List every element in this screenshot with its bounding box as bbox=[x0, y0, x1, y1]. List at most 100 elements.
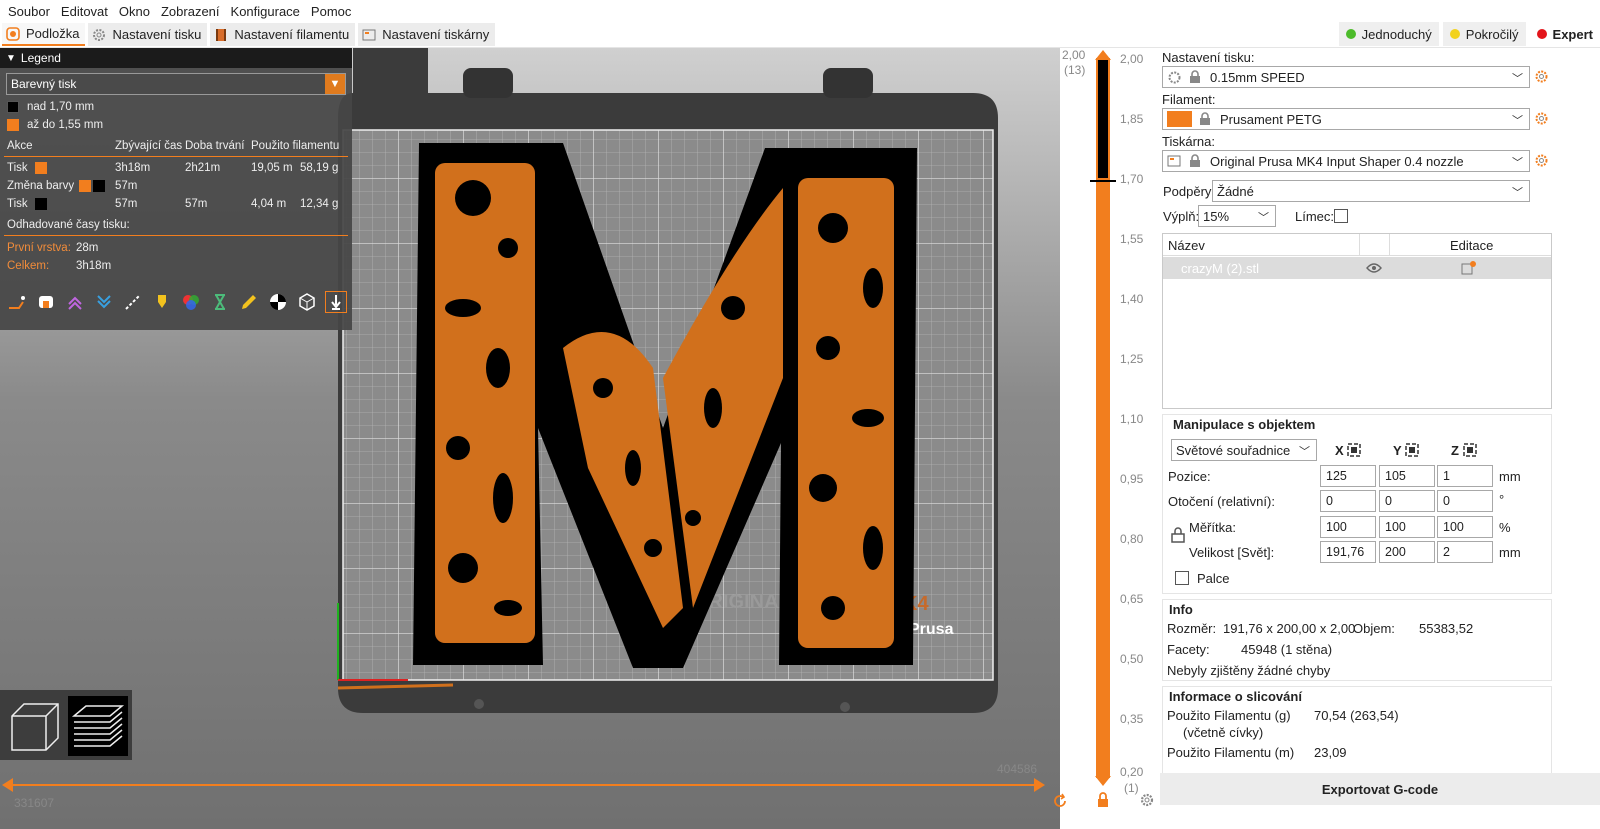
tool-marker-icon[interactable] bbox=[325, 291, 347, 313]
infill-dropdown[interactable]: 15% ﹀ bbox=[1198, 205, 1276, 227]
preview-button[interactable] bbox=[68, 696, 128, 756]
scale-z-input[interactable]: 100 bbox=[1437, 516, 1493, 538]
filament-label: Filament: bbox=[1162, 92, 1216, 107]
scale-y-input[interactable]: 100 bbox=[1379, 516, 1435, 538]
slider-settings-gear-icon[interactable] bbox=[1139, 792, 1155, 808]
plater-icon bbox=[6, 26, 20, 41]
row1-remaining: 3h18m bbox=[115, 162, 151, 174]
mode-simple-button[interactable]: Jednoduchý bbox=[1338, 22, 1439, 46]
pause-prints-icon[interactable] bbox=[209, 291, 231, 313]
scale-x-input[interactable]: 100 bbox=[1320, 516, 1376, 538]
green-dot-icon bbox=[1345, 29, 1356, 39]
tab-plater[interactable]: Podložka bbox=[2, 23, 86, 46]
custom-gcodes-icon[interactable] bbox=[238, 291, 260, 313]
size-y-input[interactable]: 200 bbox=[1379, 541, 1435, 563]
travel-icon[interactable] bbox=[6, 291, 28, 313]
tab-printer-settings[interactable]: Nastavení tiskárny bbox=[358, 23, 496, 46]
lock-icon bbox=[1190, 154, 1200, 167]
tab-plater-label: Podložka bbox=[26, 26, 80, 41]
column-name[interactable]: Název bbox=[1168, 238, 1205, 253]
brim-checkbox[interactable] bbox=[1334, 209, 1348, 223]
position-y-input[interactable]: 105 bbox=[1379, 465, 1435, 487]
slider-top-layer: (13) bbox=[1064, 63, 1086, 77]
filament-dropdown[interactable]: Prusament PETG ﹀ bbox=[1162, 108, 1530, 130]
coordinate-system-dropdown[interactable]: Světové souřadnice ﹀ bbox=[1171, 439, 1317, 461]
chevron-down-icon: ﹀ bbox=[1299, 446, 1310, 458]
printer-edit-gear-icon[interactable] bbox=[1534, 153, 1549, 168]
dropdown-arrow-icon: ▼ bbox=[325, 74, 345, 94]
gear-icon bbox=[1168, 71, 1181, 83]
rotation-unit: ° bbox=[1499, 492, 1505, 507]
printer-dropdown[interactable]: Original Prusa MK4 Input Shaper 0.4 nozz… bbox=[1162, 150, 1530, 172]
center-of-gravity-icon[interactable] bbox=[267, 291, 289, 313]
drop-to-bed-y-icon[interactable] bbox=[1405, 443, 1419, 457]
horizontal-gcode-slider: 404586 331607 bbox=[0, 760, 1060, 829]
drop-to-bed-x-icon[interactable] bbox=[1347, 443, 1361, 457]
size-x-input[interactable]: 191,76 bbox=[1320, 541, 1376, 563]
mode-advanced-button[interactable]: Pokročilý bbox=[1442, 22, 1526, 46]
menu-editovat[interactable]: Editovat bbox=[61, 4, 108, 19]
export-gcode-button[interactable]: Exportovat G-code bbox=[1160, 773, 1600, 805]
row2-action: Změna barvy bbox=[7, 180, 106, 193]
slider-bottom-thumb[interactable] bbox=[1095, 776, 1111, 786]
inches-checkbox[interactable] bbox=[1175, 571, 1189, 585]
rotation-x-input[interactable]: 0 bbox=[1320, 490, 1376, 512]
position-z-input[interactable]: 1 bbox=[1437, 465, 1493, 487]
shells-icon[interactable] bbox=[296, 291, 318, 313]
print-settings-dropdown[interactable]: 0.15mm SPEED ﹀ bbox=[1162, 66, 1530, 88]
menu-pomoc[interactable]: Pomoc bbox=[311, 4, 351, 19]
bed-hole-left bbox=[474, 699, 484, 709]
slider-left-thumb[interactable] bbox=[2, 778, 14, 792]
menu-okno[interactable]: Okno bbox=[119, 4, 150, 19]
mode-simple-label: Jednoduchý bbox=[1361, 26, 1432, 42]
volume-label: Objem: bbox=[1353, 621, 1395, 636]
3d-view-button[interactable] bbox=[4, 696, 64, 756]
slider-top-thumb[interactable] bbox=[1095, 50, 1111, 60]
horizontal-slider-track[interactable] bbox=[6, 784, 1042, 786]
color-change-tick bbox=[1090, 180, 1116, 182]
menu-konfigurace[interactable]: Konfigurace bbox=[231, 4, 300, 19]
drop-to-bed-z-icon[interactable] bbox=[1463, 443, 1477, 457]
seams-icon[interactable] bbox=[122, 291, 144, 313]
view-type-dropdown[interactable]: Barevný tisk ▼ bbox=[6, 73, 346, 95]
slider-tick-label: 2,00 bbox=[1120, 52, 1144, 66]
vertical-slider-track-lower[interactable] bbox=[1096, 180, 1110, 778]
color-changes-icon[interactable] bbox=[180, 291, 202, 313]
wipe-icon[interactable] bbox=[35, 291, 57, 313]
size-z-input[interactable]: 2 bbox=[1437, 541, 1493, 563]
supports-dropdown[interactable]: Žádné ﹀ bbox=[1212, 180, 1530, 202]
mode-expert-label: Expert bbox=[1552, 26, 1593, 42]
menu-soubor[interactable]: Soubor bbox=[8, 4, 50, 19]
filament-color-swatch[interactable] bbox=[1167, 111, 1192, 127]
vertical-slider-track-upper[interactable] bbox=[1096, 58, 1110, 180]
legend-header[interactable]: ▼ Legend bbox=[0, 48, 352, 68]
lock-icon[interactable] bbox=[1095, 792, 1111, 808]
tab-print-settings[interactable]: Nastavení tisku bbox=[88, 23, 208, 46]
slice-info-title: Informace o slicování bbox=[1169, 689, 1302, 704]
menu-zobrazeni[interactable]: Zobrazení bbox=[161, 4, 220, 19]
uniform-scale-lock-icon[interactable] bbox=[1171, 527, 1185, 543]
row1-duration: 2h21m bbox=[185, 162, 221, 174]
print-settings-edit-gear-icon[interactable] bbox=[1534, 69, 1549, 84]
deretractions-icon[interactable] bbox=[93, 291, 115, 313]
eye-icon[interactable] bbox=[1366, 262, 1382, 274]
edit-settings-icon[interactable] bbox=[1461, 261, 1477, 275]
first-layer-value: 28m bbox=[76, 242, 99, 254]
row2-swatch-to bbox=[93, 180, 106, 192]
slider-right-thumb[interactable] bbox=[1034, 778, 1046, 792]
object-row[interactable]: crazyM (2).stl bbox=[1163, 257, 1551, 279]
rotation-z-input[interactable]: 0 bbox=[1437, 490, 1493, 512]
position-label: Pozice: bbox=[1168, 469, 1211, 484]
retractions-icon[interactable] bbox=[64, 291, 86, 313]
lock-icon bbox=[1200, 112, 1210, 125]
tool-changes-icon[interactable] bbox=[151, 291, 173, 313]
info-panel: Info Rozměr: 191,76 x 200,00 x 2,00 Obje… bbox=[1162, 599, 1552, 681]
filament-edit-gear-icon[interactable] bbox=[1534, 111, 1549, 126]
mode-expert-button[interactable]: Expert bbox=[1529, 22, 1600, 46]
tab-filament-settings[interactable]: Nastavení filamentu bbox=[210, 23, 356, 46]
row2-action-label: Změna barvy bbox=[7, 180, 75, 193]
position-x-input[interactable]: 125 bbox=[1320, 465, 1376, 487]
rotation-y-input[interactable]: 0 bbox=[1379, 490, 1435, 512]
revert-icon[interactable] bbox=[1053, 793, 1069, 809]
column-edit[interactable]: Editace bbox=[1450, 238, 1493, 253]
